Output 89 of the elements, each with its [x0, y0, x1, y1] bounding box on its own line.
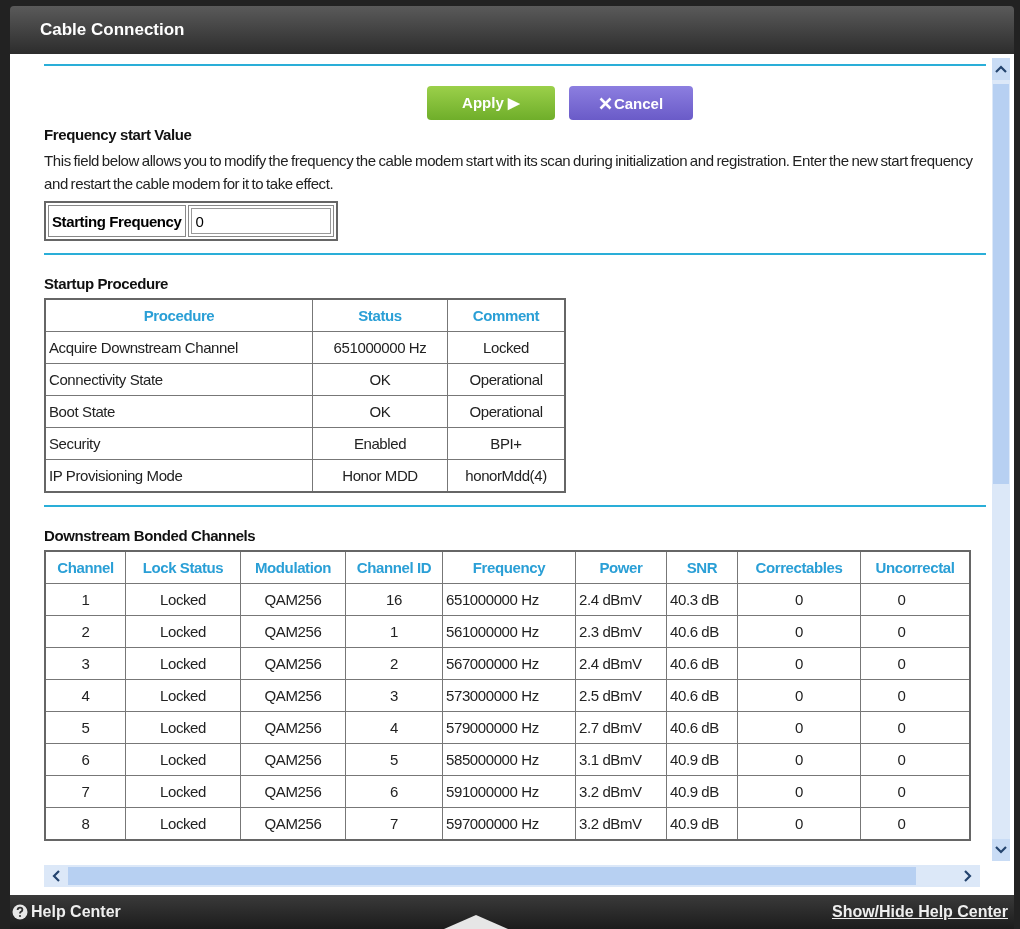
table-cell: 2.4 dBmV — [575, 583, 667, 616]
table-cell: QAM256 — [240, 743, 346, 776]
table-cell: Locked — [125, 679, 241, 712]
table-cell: 5 — [45, 711, 126, 744]
show-hide-link[interactable]: Show/Hide Help Center — [831, 903, 1008, 921]
table-cell: OK — [312, 395, 448, 428]
section-heading: Downstream Bonded Channels — [44, 527, 257, 544]
input-field[interactable]: 0 — [190, 208, 331, 234]
table-cell: 3.2 dBmV — [575, 775, 667, 808]
table-cell: 40.9 dB — [666, 775, 738, 808]
table-cell: Locked — [125, 743, 241, 776]
horizontal-scrollbar[interactable] — [44, 865, 980, 887]
table-cell: 1 — [345, 615, 443, 648]
table-cell: 2 — [345, 647, 443, 680]
table-cell: Locked — [125, 583, 241, 616]
table-cell: Connectivity State — [45, 363, 313, 396]
table-cell: 0 — [737, 615, 861, 648]
table-cell: Boot State — [45, 395, 313, 428]
table-cell: 0 — [737, 679, 861, 712]
table-cell: 6 — [345, 775, 443, 808]
table-cell: 2.7 dBmV — [575, 711, 667, 744]
table-cell: 40.6 dB — [666, 711, 738, 744]
table-cell: QAM256 — [240, 615, 346, 648]
table-cell: 2.4 dBmV — [575, 647, 667, 680]
table-cell: 573000000 Hz — [442, 679, 576, 712]
table-cell: 16 — [345, 583, 443, 616]
table-cell: Locked — [125, 647, 241, 680]
table-cell: Locked — [125, 615, 241, 648]
field-label: Starting Frequency — [48, 205, 186, 237]
table-cell: 579000000 Hz — [442, 711, 576, 744]
table-cell: 651000000 Hz — [442, 583, 576, 616]
table-cell: 3 — [345, 679, 443, 712]
table-cell: 4 — [45, 679, 126, 712]
table-cell: 3 — [45, 647, 126, 680]
table-cell: 40.6 dB — [666, 647, 738, 680]
table-cell: 4 — [345, 711, 443, 744]
table-cell: Security — [45, 427, 313, 460]
table-cell: 0 — [737, 743, 861, 776]
section-heading: Frequency start Value — [44, 126, 193, 143]
table-cell: 1 — [45, 583, 126, 616]
column-header: Power — [575, 551, 667, 584]
expand-arrow-icon[interactable] — [444, 913, 509, 929]
table-cell: 40.9 dB — [666, 743, 738, 776]
table-cell: 5 — [345, 743, 443, 776]
table-cell: QAM256 — [240, 775, 346, 808]
table-cell: 0 — [737, 583, 861, 616]
window-title: Cable Connection — [40, 20, 185, 40]
table-cell: 2 — [45, 615, 126, 648]
column-header: Channel ID — [345, 551, 443, 584]
table-cell: QAM256 — [240, 647, 346, 680]
column-header: Lock Status — [125, 551, 241, 584]
table-cell: QAM256 — [240, 679, 346, 712]
column-header: SNR — [666, 551, 738, 584]
table-cell: 651000000 Hz — [312, 331, 448, 364]
table-cell: 2.5 dBmV — [575, 679, 667, 712]
table-cell: OK — [312, 363, 448, 396]
section-heading: Startup Procedure — [44, 275, 170, 292]
help-center-link[interactable]: Help Center — [12, 903, 121, 921]
table-cell: Locked — [125, 775, 241, 808]
table-cell: 3.1 dBmV — [575, 743, 667, 776]
column-header: Procedure — [45, 299, 313, 332]
column-header: Frequency — [442, 551, 576, 584]
table-cell: 561000000 Hz — [442, 615, 576, 648]
table-cell: 40.3 dB — [666, 583, 738, 616]
table-cell: 2.3 dBmV — [575, 615, 667, 648]
column-header: Modulation — [240, 551, 346, 584]
column-header: Status — [312, 299, 448, 332]
table-cell: 6 — [45, 743, 126, 776]
table-cell: 40.6 dB — [666, 679, 738, 712]
table-cell: 0 — [737, 711, 861, 744]
table-cell: 7 — [45, 775, 126, 808]
table-cell: 567000000 Hz — [442, 647, 576, 680]
close-icon — [598, 96, 612, 110]
table-cell: Acquire Downstream Channel — [45, 331, 313, 364]
table-cell: 585000000 Hz — [442, 743, 576, 776]
column-header: Channel — [45, 551, 126, 584]
vertical-scrollbar[interactable] — [992, 58, 1010, 861]
description-text: This field below allows you to modify the frequency the cable modem start with its scan during initialization and registration. Enter the new start frequency and restart the cable modem for it to take effect. — [44, 151, 974, 194]
table-cell: 0 — [737, 775, 861, 808]
table-cell: 40.6 dB — [666, 615, 738, 648]
table-cell: 0 — [737, 647, 861, 680]
table-cell: QAM256 — [240, 583, 346, 616]
column-header: Correctables — [737, 551, 861, 584]
question-icon — [12, 904, 28, 920]
table-cell: 591000000 Hz — [442, 775, 576, 808]
table-cell: QAM256 — [240, 711, 346, 744]
table-cell: Enabled — [312, 427, 448, 460]
cancel-button[interactable]: Cancel — [569, 86, 693, 120]
table-cell: Locked — [125, 711, 241, 744]
